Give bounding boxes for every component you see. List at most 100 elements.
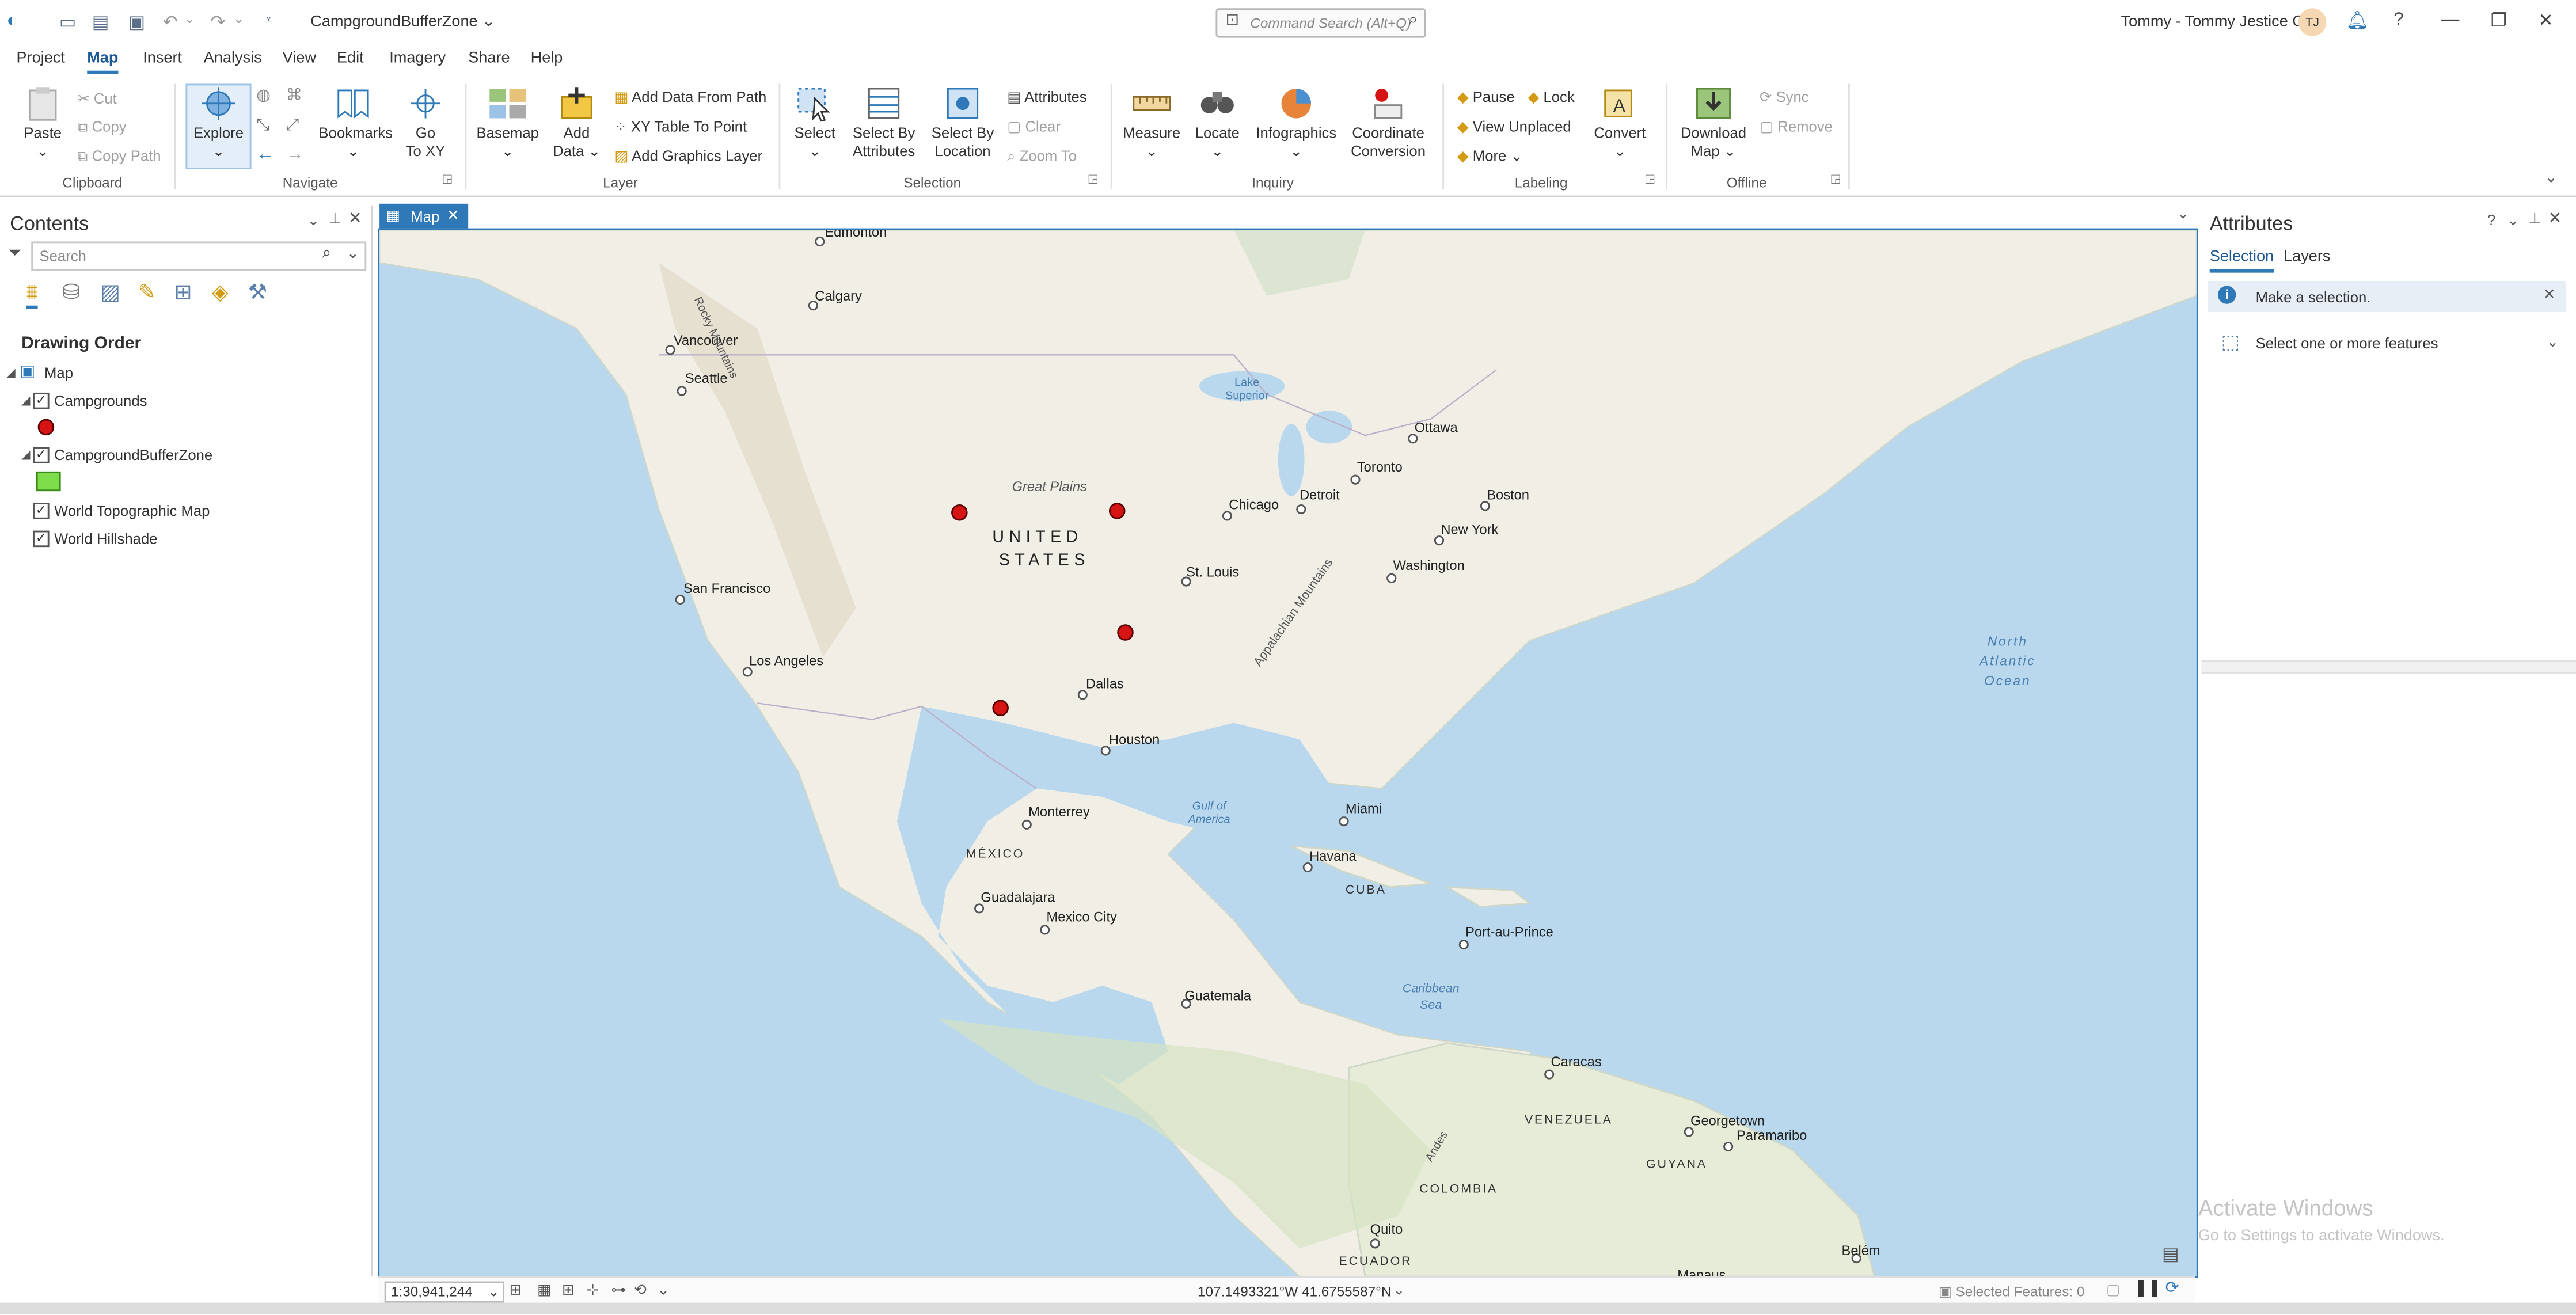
refresh-icon[interactable]: ⟳ (2165, 1280, 2179, 1298)
select-button[interactable]: Select ⌄ (790, 85, 839, 161)
select-by-attributes-button[interactable]: Select By Attributes (849, 85, 918, 161)
copy-button[interactable]: ⧉ Copy (77, 118, 126, 136)
next-extent-icon[interactable]: → (286, 145, 303, 164)
customize-toolbar-icon[interactable]: ⩡ (264, 12, 272, 29)
close-pane-icon[interactable]: ✕ (348, 210, 362, 228)
avatar[interactable]: TJ (2298, 8, 2327, 36)
coordinate-format-icon[interactable]: ⌄ (1393, 1282, 1405, 1299)
restore-icon[interactable]: ❐ (2491, 10, 2507, 31)
open-project-icon[interactable]: ▤ (92, 12, 109, 33)
pane-splitter[interactable] (2201, 660, 2576, 674)
grid-icon[interactable]: ▦ (537, 1282, 551, 1299)
refresh-toggle-icon[interactable]: ▢ (2106, 1282, 2120, 1299)
attributes-pin-icon[interactable]: ⊥ (2528, 210, 2541, 228)
campground-point[interactable] (1117, 624, 1134, 641)
tab-project[interactable]: Project (17, 50, 65, 67)
attributes-tab-selection[interactable]: Selection (2209, 248, 2274, 273)
sync-button[interactable]: ⟳ Sync (1760, 89, 1809, 107)
view-options-icon[interactable]: ⌄ (2177, 206, 2190, 223)
fixed-zoom-icon[interactable]: ⌘ (286, 87, 302, 105)
coordinate-conversion-button[interactable]: Coordinate Conversion (1349, 85, 1428, 161)
measure-button[interactable]: Measure ⌄ (1122, 85, 1181, 161)
attributes-help-icon[interactable]: ? (2487, 212, 2495, 229)
new-project-icon[interactable]: ▭ (59, 12, 77, 33)
pane-options-icon[interactable]: ⌄ (307, 212, 320, 230)
map-notes-icon[interactable]: ▤ (2162, 1244, 2179, 1265)
cut-button[interactable]: ✂ Cut (77, 90, 117, 108)
add-data-from-path-button[interactable]: ▦ Add Data From Path (614, 89, 766, 107)
close-tab-icon[interactable]: ✕ (447, 207, 459, 225)
pause-labeling-button[interactable]: ◆ Pause (1457, 89, 1515, 107)
xy-table-to-point-button[interactable]: ⁘ XY Table To Point (614, 118, 747, 136)
attributes-close-icon[interactable]: ✕ (2548, 210, 2562, 228)
buffer-zone-symbol[interactable] (36, 471, 61, 492)
notifications-icon[interactable]: 🔔︎ (2346, 10, 2369, 31)
basemap-button[interactable]: Basemap ⌄ (476, 85, 539, 161)
zoom-out-icon[interactable]: ⤢ (286, 117, 299, 135)
save-icon[interactable]: ▣ (128, 12, 146, 33)
tab-imagery[interactable]: Imagery (389, 50, 446, 67)
tab-insert[interactable]: Insert (143, 50, 182, 67)
map-canvas[interactable]: Edmonton Calgary Vancouver Seattle San F… (378, 228, 2198, 1278)
command-search-input[interactable]: ⊡ Command Search (Alt+Q) ⌕ (1215, 8, 1426, 38)
bookmarks-button[interactable]: Bookmarks ⌄ (319, 85, 393, 161)
buffer-zone-checkbox[interactable]: ✓ (33, 447, 50, 463)
dismiss-banner-icon[interactable]: ✕ (2543, 286, 2556, 303)
tab-help[interactable]: Help (531, 50, 563, 67)
hillshade-checkbox[interactable]: ✓ (33, 530, 50, 548)
toc-layer-buffer-zone[interactable]: CampgroundBufferZone (54, 447, 212, 463)
navigate-launcher-icon[interactable]: ◲ (442, 173, 453, 185)
add-graphics-layer-button[interactable]: ▨ Add Graphics Layer (614, 148, 762, 166)
undo-dropdown-icon[interactable]: ⌄ (184, 12, 195, 26)
full-extent-icon[interactable]: ◍ (256, 87, 271, 105)
project-title[interactable]: CampgroundBufferZone ⌄ (310, 13, 495, 31)
list-by-editing-icon[interactable]: ✎ (138, 279, 156, 306)
expand-chevron-icon[interactable]: ⌄ (2547, 333, 2559, 351)
campground-point[interactable] (992, 700, 1009, 717)
campground-point[interactable] (1108, 503, 1126, 519)
zoom-in-icon[interactable]: ⤡ (256, 117, 269, 135)
pin-icon[interactable]: ⊥ (329, 210, 341, 228)
tab-analysis[interactable]: Analysis (204, 50, 262, 67)
copy-path-button[interactable]: ⧉ Copy Path (77, 148, 161, 166)
attributes-button[interactable]: ▤ Attributes (1007, 89, 1087, 107)
list-by-labeling-icon[interactable]: ◈ (212, 279, 229, 306)
pause-drawing-icon[interactable]: ❚❚ (2134, 1280, 2161, 1298)
help-icon[interactable]: ? (2393, 10, 2403, 29)
list-by-selection-icon[interactable]: ▨ (100, 279, 120, 306)
selection-launcher-icon[interactable]: ◲ (1088, 173, 1099, 185)
attributes-options-icon[interactable]: ⌄ (2507, 212, 2520, 230)
list-by-source-icon[interactable]: ⛁ (62, 279, 80, 306)
list-by-drawing-order-icon[interactable]: ⩩ (26, 279, 38, 309)
status-dropdown-icon[interactable]: ⌄ (657, 1282, 670, 1299)
buffer-expand-icon[interactable]: ◢ (21, 449, 30, 462)
snapping-icon[interactable]: ⊞ (562, 1282, 575, 1299)
clear-selection-button[interactable]: ▢ Clear (1007, 118, 1061, 136)
constraints-icon[interactable]: ⊹ (587, 1282, 599, 1299)
toc-layer-hillshade[interactable]: World Hillshade (54, 531, 157, 548)
toc-map-item[interactable]: Map (44, 364, 73, 381)
download-map-button[interactable]: Download Map ⌄ (1677, 85, 1750, 161)
minimize-icon[interactable]: — (2441, 10, 2459, 29)
infographics-button[interactable]: Infographics ⌄ (1255, 85, 1338, 161)
remove-button[interactable]: ▢ Remove (1760, 118, 1833, 136)
undo-icon[interactable]: ↶ (162, 12, 177, 33)
previous-extent-icon[interactable]: ← (256, 145, 274, 164)
filter-icon[interactable]: ⏷ (8, 245, 21, 263)
redo-icon[interactable]: ↷ (210, 12, 225, 33)
map-view-tab[interactable]: ▦ Map ✕ (379, 203, 469, 229)
explore-button[interactable]: Explore ⌄ (185, 83, 252, 169)
campground-point[interactable] (951, 504, 968, 521)
contents-search-input[interactable]: Search ⌕ ⌄ (31, 241, 367, 271)
campgrounds-expand-icon[interactable]: ◢ (21, 394, 30, 408)
select-features-row[interactable]: ⬚ Select one or more features ⌄ (2208, 327, 2566, 360)
convert-button[interactable]: A Convert ⌄ (1590, 85, 1650, 161)
tab-view[interactable]: View (283, 50, 316, 67)
correction-icon[interactable]: ⊶ (611, 1282, 626, 1299)
map-expand-icon[interactable]: ◢ (6, 366, 15, 379)
labeling-launcher-icon[interactable]: ◲ (1644, 173, 1655, 185)
tab-edit[interactable]: Edit (337, 50, 364, 67)
redo-dropdown-icon[interactable]: ⌄ (233, 12, 244, 26)
locate-button[interactable]: Locate ⌄ (1192, 85, 1242, 161)
scale-selector[interactable]: 1:30,941,244 ⌄ (384, 1281, 504, 1303)
